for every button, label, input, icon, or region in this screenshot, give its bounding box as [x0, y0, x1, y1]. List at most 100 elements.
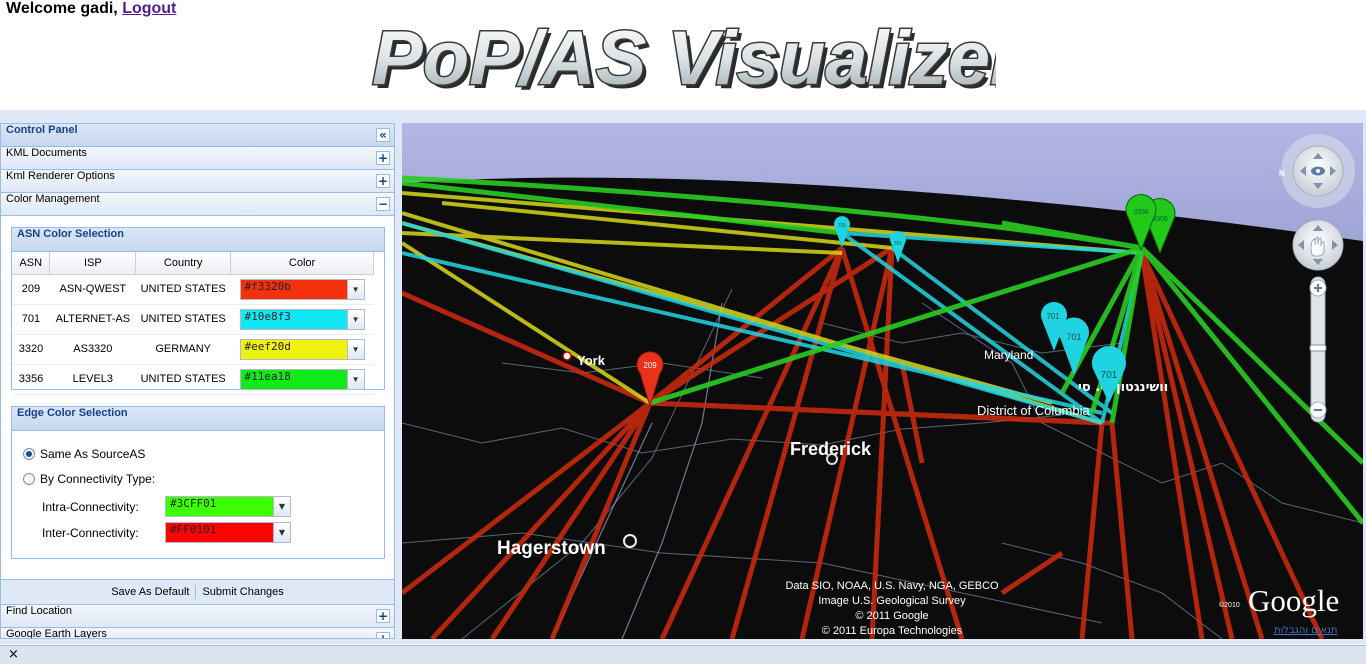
submit-changes-button[interactable]: Submit Changes: [202, 586, 283, 598]
radio-label: Same As SourceAS: [40, 447, 146, 461]
control-panel: Control Panel « KML Documents + Kml Rend…: [0, 123, 395, 639]
isp-cell: AS3320: [49, 334, 136, 365]
inter-connectivity-label: Inter-Connectivity:: [42, 526, 139, 540]
label-york: York: [577, 353, 606, 368]
color-cell: #11ea18 ▼: [230, 364, 374, 395]
table-row[interactable]: 3320 AS3320 GERMANY #eef20d ▼: [12, 334, 374, 365]
column-header-color[interactable]: Color: [230, 252, 374, 275]
svg-text:© 2011 Google: © 2011 Google: [855, 610, 928, 622]
intra-color-value[interactable]: #3CFF01: [166, 497, 273, 516]
column-header-isp[interactable]: ISP: [49, 252, 137, 275]
asn-cell: 209: [12, 274, 50, 305]
color-select-value[interactable]: #eef20d: [240, 339, 347, 359]
expand-icon[interactable]: +: [376, 609, 390, 623]
color-select[interactable]: #f3320b ▼: [239, 278, 365, 300]
svg-text:701: 701: [1101, 370, 1118, 381]
section-color-management[interactable]: Color Management −: [1, 193, 394, 216]
svg-text:Image U.S. Geological Survey: Image U.S. Geological Survey: [818, 595, 966, 607]
table-row[interactable]: 701 ALTERNET-AS UNITED STATES #10e8f3 ▼: [12, 304, 374, 335]
google-logo: Google: [1248, 583, 1339, 618]
section-find-location[interactable]: Find Location +: [1, 605, 394, 628]
welcome-bar: Welcome gadi, Logout: [6, 0, 176, 18]
section-label: Google Earth Layers: [6, 628, 107, 639]
zoom-slider[interactable]: [1309, 276, 1327, 423]
color-select[interactable]: #10e8f3 ▼: [239, 308, 365, 330]
status-bar: ×: [0, 645, 1366, 664]
section-label: Kml Renderer Options: [6, 170, 115, 182]
expand-icon[interactable]: +: [376, 632, 390, 638]
terms-link[interactable]: תנאים והגבלות: [1274, 625, 1337, 636]
inter-color-select[interactable]: #FF0101 ▼: [165, 522, 291, 543]
intra-color-select[interactable]: #3CFF01 ▼: [165, 496, 291, 517]
asn-cell: 701: [12, 304, 50, 335]
radio-by-connectivity[interactable]: By Connectivity Type:: [23, 472, 155, 486]
color-cell: #f3320b ▼: [230, 274, 374, 305]
section-label: Find Location: [6, 605, 73, 617]
collapse-section-icon[interactable]: −: [376, 197, 390, 211]
earth-map-view[interactable]: York Maryland וושינגטון די. סי District …: [402, 123, 1363, 639]
logo-text: PoP/AS Visualizer: [372, 16, 996, 98]
expand-icon[interactable]: +: [376, 174, 390, 188]
logout-link[interactable]: Logout: [122, 0, 176, 17]
inter-color-value[interactable]: #FF0101: [166, 523, 273, 542]
svg-text:701: 701: [1066, 332, 1081, 342]
zoom-slider-thumb[interactable]: [1309, 344, 1327, 352]
label-washington-hebrew: וושינגטון די. סי: [1078, 380, 1168, 395]
move-control[interactable]: [1292, 219, 1344, 271]
section-kml-documents[interactable]: KML Documents +: [1, 147, 394, 170]
map-canvas[interactable]: York Maryland וושינגטון די. סי District …: [402, 123, 1363, 639]
dropdown-arrow-icon[interactable]: ▼: [346, 339, 364, 359]
radio-button[interactable]: [23, 473, 35, 485]
color-select-value[interactable]: #11ea18: [240, 369, 347, 389]
york-dot[interactable]: [562, 351, 572, 361]
table-header-row: ASN ISP Country Color: [12, 252, 374, 275]
asn-color-selection-title: ASN Color Selection: [12, 228, 384, 252]
column-header-country[interactable]: Country: [135, 252, 232, 275]
collapse-icon[interactable]: «: [376, 128, 390, 142]
country-cell: UNITED STATES: [135, 364, 231, 395]
isp-cell: ASN-QWEST: [49, 274, 136, 305]
dropdown-arrow-icon[interactable]: ▼: [346, 369, 364, 389]
country-cell: UNITED STATES: [135, 304, 231, 335]
svg-text:Data SIO, NOAA, U.S. Navy, NGA: Data SIO, NOAA, U.S. Navy, NGA, GEBCO: [785, 580, 999, 592]
label-dc: District of Columbia: [977, 403, 1090, 418]
section-kml-renderer-options[interactable]: Kml Renderer Options +: [1, 170, 394, 193]
radio-same-as-source[interactable]: Same As SourceAS: [23, 447, 145, 461]
isp-cell: ALTERNET-AS: [49, 304, 136, 335]
svg-text:209: 209: [643, 361, 657, 370]
color-select-value[interactable]: #f3320b: [240, 279, 347, 299]
dropdown-arrow-icon[interactable]: ▼: [346, 279, 364, 299]
expand-icon[interactable]: +: [376, 151, 390, 165]
compass-north-label[interactable]: N: [1279, 169, 1285, 178]
asn-color-table: ASN ISP Country Color 209 ASN-QWEST UNIT…: [12, 252, 374, 395]
welcome-text: Welcome gadi,: [6, 0, 118, 17]
svg-text:701: 701: [894, 241, 903, 247]
section-google-earth-layers[interactable]: Google Earth Layers +: [1, 628, 394, 639]
panel-footer: Save As Default Submit Changes: [1, 579, 394, 605]
app-logo: PoP/AS Visualizer PoP/AS Visualizer: [371, 16, 997, 98]
google-year: ©2010: [1219, 601, 1240, 609]
country-cell: GERMANY: [135, 334, 231, 365]
column-header-asn[interactable]: ASN: [12, 252, 51, 275]
color-select-value[interactable]: #10e8f3: [240, 309, 347, 329]
edge-color-selection: Edge Color Selection Same As SourceAS By…: [11, 406, 385, 559]
close-icon[interactable]: ×: [8, 647, 19, 662]
table-row[interactable]: 3356 LEVEL3 UNITED STATES #11ea18 ▼: [12, 364, 374, 395]
footer-separator: [195, 585, 197, 600]
table-row[interactable]: 209 ASN-QWEST UNITED STATES #f3320b ▼: [12, 274, 374, 305]
color-select[interactable]: #eef20d ▼: [239, 338, 365, 360]
svg-text:3356: 3356: [1152, 216, 1168, 223]
dropdown-arrow-icon[interactable]: ▼: [346, 309, 364, 329]
svg-text:701: 701: [1046, 312, 1060, 321]
dropdown-arrow-icon[interactable]: ▼: [273, 497, 290, 516]
asn-cell: 3320: [12, 334, 50, 365]
look-control[interactable]: [1281, 134, 1355, 208]
radio-button-checked[interactable]: [23, 448, 35, 460]
save-as-default-button[interactable]: Save As Default: [111, 586, 189, 598]
label-hagerstown: Hagerstown: [497, 538, 606, 559]
color-select[interactable]: #11ea18 ▼: [239, 368, 365, 390]
color-management-body: ASN Color Selection ASN ISP Country Colo…: [1, 217, 394, 579]
label-maryland: Maryland: [984, 348, 1033, 362]
dropdown-arrow-icon[interactable]: ▼: [273, 523, 290, 542]
intra-connectivity-label: Intra-Connectivity:: [42, 500, 139, 514]
